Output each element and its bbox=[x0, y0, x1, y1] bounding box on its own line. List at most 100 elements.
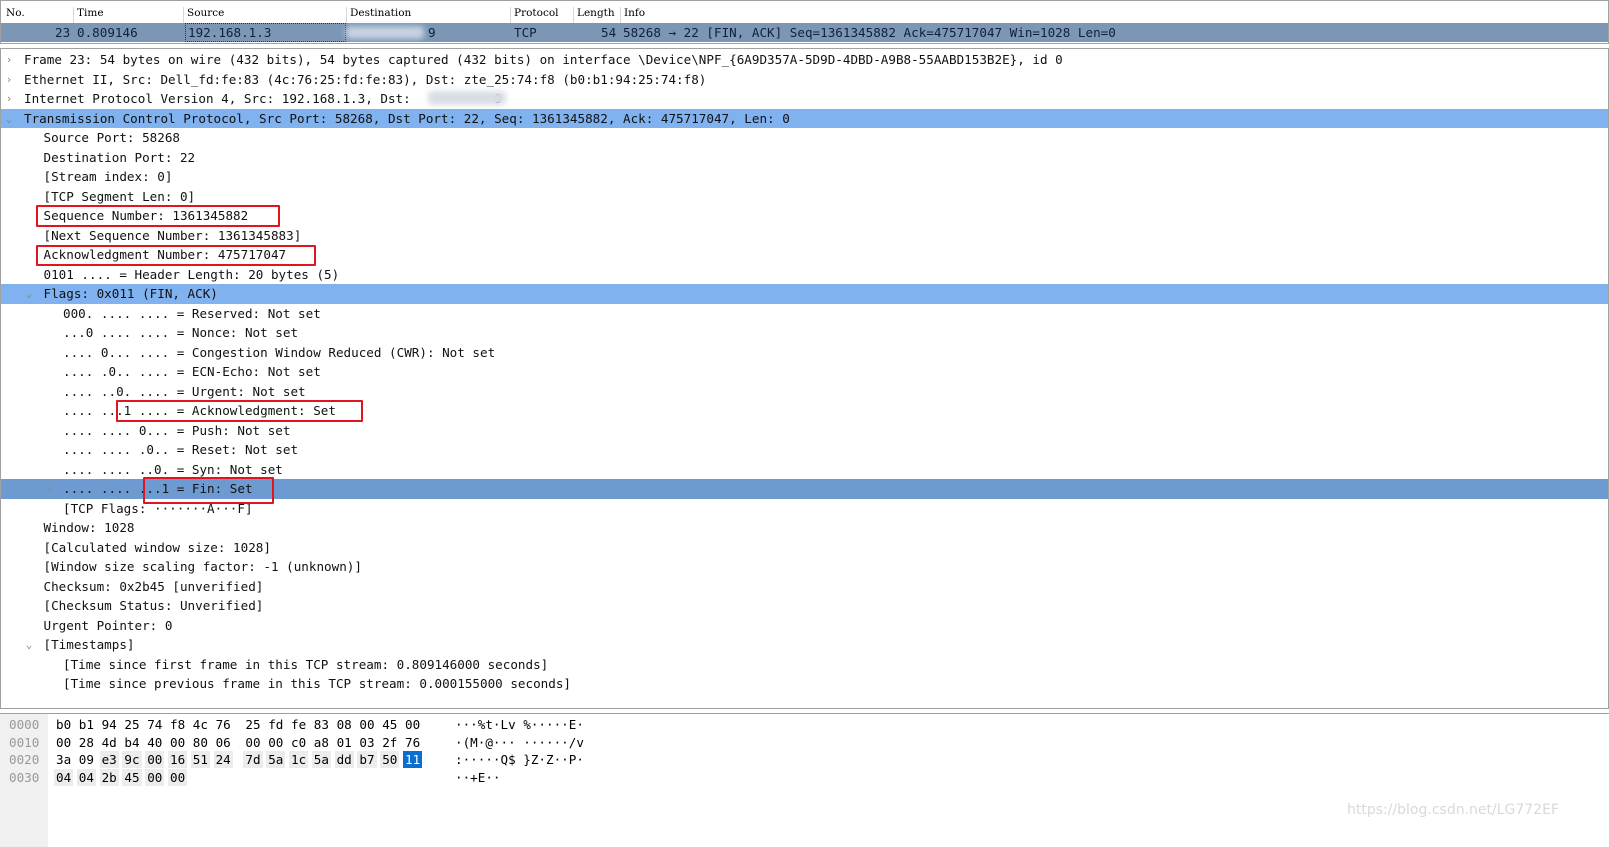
tree-row[interactable]: Source Port: 58268 bbox=[1, 128, 1608, 148]
hex-byte[interactable]: 03 bbox=[357, 734, 376, 751]
hex-byte[interactable]: 3a bbox=[54, 751, 73, 768]
tree-row[interactable]: [Window size scaling factor: -1 (unknown… bbox=[1, 557, 1608, 577]
hex-byte[interactable]: 06 bbox=[214, 734, 233, 751]
tree-row[interactable]: › Frame 23: 54 bytes on wire (432 bits), … bbox=[1, 50, 1608, 70]
tree-row[interactable]: Window: 1028 bbox=[1, 518, 1608, 538]
hex-byte[interactable]: 04 bbox=[76, 768, 96, 786]
tree-row[interactable]: [Checksum Status: Unverified] bbox=[1, 596, 1608, 616]
tree-row[interactable]: .... 0... .... = Congestion Window Reduc… bbox=[1, 343, 1608, 363]
hex-byte[interactable]: 9c bbox=[122, 751, 142, 769]
tree-row[interactable]: ...0 .... .... = Nonce: Not set bbox=[1, 323, 1608, 343]
hex-byte[interactable]: 00 bbox=[403, 716, 422, 733]
hex-byte[interactable]: dd bbox=[334, 751, 354, 769]
tree-row[interactable]: [Time since previous frame in this TCP s… bbox=[1, 674, 1608, 694]
column-length[interactable]: Length bbox=[573, 7, 615, 23]
tree-row[interactable]: .... .... 0... = Push: Not set bbox=[1, 421, 1608, 441]
hex-byte[interactable]: 25 bbox=[243, 716, 262, 733]
column-source[interactable]: Source bbox=[183, 7, 224, 23]
hex-byte[interactable]: 11 bbox=[403, 751, 423, 769]
tree-row[interactable]: [TCP Segment Len: 0] bbox=[1, 187, 1608, 207]
hex-ascii[interactable]: :·····Q$ }Z·Z··P· bbox=[455, 751, 584, 768]
tree-row[interactable]: .... ..0. .... = Urgent: Not set bbox=[1, 382, 1608, 402]
hex-byte[interactable]: 4c bbox=[191, 716, 210, 733]
hex-byte[interactable]: b0 bbox=[54, 716, 73, 733]
hex-byte[interactable]: a8 bbox=[312, 734, 331, 751]
hex-byte[interactable]: 45 bbox=[122, 768, 142, 786]
hex-byte[interactable]: 40 bbox=[145, 734, 164, 751]
packet-list[interactable]: No. Time Source Destination Protocol Len… bbox=[0, 0, 1609, 44]
hex-byte[interactable]: 00 bbox=[145, 751, 165, 769]
hex-byte[interactable]: 2b bbox=[99, 768, 119, 786]
hex-byte[interactable]: 00 bbox=[54, 734, 73, 751]
tree-row[interactable]: › Internet Protocol Version 4, Src: 192.1… bbox=[1, 89, 1608, 109]
hex-byte[interactable]: 00 bbox=[168, 768, 188, 786]
hex-byte[interactable]: f8 bbox=[168, 716, 187, 733]
tree-row[interactable]: [Stream index: 0] bbox=[1, 167, 1608, 187]
chevron-down-icon[interactable]: ⌄ bbox=[3, 109, 15, 129]
hex-byte[interactable]: 5a bbox=[266, 751, 286, 769]
hex-byte[interactable]: e3 bbox=[99, 751, 119, 769]
hex-byte[interactable]: 09 bbox=[77, 751, 96, 768]
hex-byte[interactable]: 25 bbox=[122, 716, 141, 733]
column-info[interactable]: Info bbox=[620, 7, 645, 23]
hex-byte[interactable]: 24 bbox=[213, 751, 233, 769]
hex-byte[interactable]: 00 bbox=[145, 768, 165, 786]
tree-row[interactable]: [Calculated window size: 1028] bbox=[1, 538, 1608, 558]
tree-row[interactable]: 0101 .... = Header Length: 20 bytes (5) bbox=[1, 265, 1608, 285]
hex-byte[interactable]: 45 bbox=[380, 716, 399, 733]
hex-byte[interactable]: 00 bbox=[243, 734, 262, 751]
hex-byte[interactable]: 16 bbox=[168, 751, 188, 769]
hex-ascii[interactable]: ··+E·· bbox=[455, 769, 501, 786]
hex-byte[interactable]: 51 bbox=[190, 751, 210, 769]
tree-row[interactable]: ⌄ [Timestamps] bbox=[1, 635, 1608, 655]
tree-row[interactable]: [Time since first frame in this TCP stre… bbox=[1, 655, 1608, 675]
hex-byte[interactable]: b7 bbox=[357, 751, 377, 769]
hex-byte[interactable]: 80 bbox=[191, 734, 210, 751]
tree-row[interactable]: Urgent Pointer: 0 bbox=[1, 616, 1608, 636]
hex-byte[interactable]: 94 bbox=[100, 716, 119, 733]
hex-byte[interactable]: 08 bbox=[335, 716, 354, 733]
chevron-right-icon[interactable]: › bbox=[3, 89, 15, 109]
column-destination[interactable]: Destination bbox=[346, 7, 411, 23]
hex-ascii[interactable]: ···%t·Lv %·····E· bbox=[455, 716, 584, 733]
hex-byte[interactable]: 1c bbox=[289, 751, 309, 769]
hex-byte[interactable]: 2f bbox=[380, 734, 399, 751]
tree-row[interactable]: .... .... .0.. = Reset: Not set bbox=[1, 440, 1608, 460]
tree-row[interactable]: [Next Sequence Number: 1361345883] bbox=[1, 226, 1608, 246]
chevron-right-icon[interactable]: › bbox=[3, 50, 15, 70]
hex-byte[interactable]: 50 bbox=[380, 751, 400, 769]
hex-byte[interactable]: 83 bbox=[312, 716, 331, 733]
tree-row[interactable]: ⌄ Transmission Control Protocol, Src Port… bbox=[1, 108, 1608, 129]
column-protocol[interactable]: Protocol bbox=[510, 7, 559, 23]
chevron-right-icon[interactable]: › bbox=[43, 479, 55, 499]
tree-row[interactable]: Destination Port: 22 bbox=[1, 148, 1608, 168]
hex-byte[interactable]: b1 bbox=[77, 716, 96, 733]
column-time[interactable]: Time bbox=[73, 7, 104, 23]
hex-byte[interactable]: fd bbox=[266, 716, 285, 733]
packet-details-tree[interactable]: › Frame 23: 54 bytes on wire (432 bits), … bbox=[0, 48, 1609, 709]
hex-byte[interactable]: 74 bbox=[145, 716, 164, 733]
hex-byte[interactable]: 76 bbox=[403, 734, 422, 751]
tree-row[interactable]: › Ethernet II, Src: Dell_fd:fe:83 (4c:76:… bbox=[1, 70, 1608, 90]
hex-byte[interactable]: 00 bbox=[357, 716, 376, 733]
packet-row[interactable]: 23 0.809146 192.168.1.3 9 TCP 54 58268 →… bbox=[1, 23, 1608, 42]
hex-byte[interactable]: b4 bbox=[122, 734, 141, 751]
hex-byte[interactable]: 5a bbox=[311, 751, 331, 769]
hex-byte[interactable]: 04 bbox=[54, 768, 74, 786]
hex-byte[interactable]: c0 bbox=[289, 734, 308, 751]
hex-byte[interactable]: 01 bbox=[335, 734, 354, 751]
hex-byte[interactable]: 76 bbox=[214, 716, 233, 733]
hex-byte[interactable]: 00 bbox=[266, 734, 285, 751]
hex-byte[interactable]: 4d bbox=[100, 734, 119, 751]
hex-dump-pane[interactable]: 0000 b0 b1 94 25 74 f8 4c 76 25 fd fe 83 08 00 45 00 ···%… bbox=[0, 713, 1609, 847]
hex-byte[interactable]: 00 bbox=[168, 734, 187, 751]
hex-byte[interactable]: 28 bbox=[77, 734, 96, 751]
hex-byte[interactable]: 7d bbox=[243, 751, 263, 769]
hex-byte[interactable]: fe bbox=[289, 716, 308, 733]
tree-row[interactable]: .... .0.. .... = ECN-Echo: Not set bbox=[1, 362, 1608, 382]
tree-row[interactable]: Checksum: 0x2b45 [unverified] bbox=[1, 577, 1608, 597]
chevron-right-icon[interactable]: › bbox=[3, 70, 15, 90]
chevron-down-icon[interactable]: ⌄ bbox=[23, 284, 35, 304]
column-no[interactable]: No. bbox=[3, 7, 25, 23]
hex-ascii[interactable]: ·(M·@··· ······/v bbox=[455, 734, 584, 751]
